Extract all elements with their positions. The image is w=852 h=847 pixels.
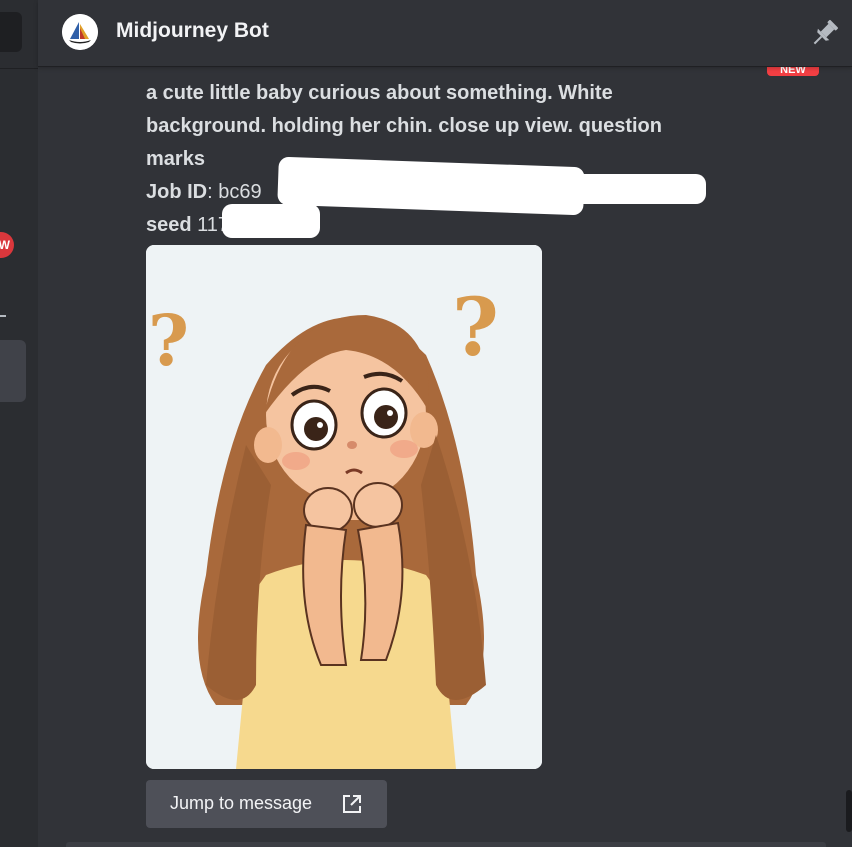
redaction-mark: [558, 174, 706, 204]
redaction-mark: [277, 156, 585, 216]
job-id-label: Job ID: [146, 181, 208, 203]
redaction-mark: [222, 204, 320, 238]
channel-sidebar: W: [0, 0, 38, 847]
prompt-line-3: marks: [146, 148, 205, 170]
bottom-edge: [66, 842, 826, 847]
prompt-line-1: a cute little baby curious about somethi…: [146, 82, 613, 104]
seed-line: seed 117: [146, 209, 229, 242]
job-id-value: : bc69: [207, 181, 262, 203]
svg-text:?: ?: [148, 299, 189, 382]
sidebar-divider: [0, 68, 38, 69]
pin-icon[interactable]: [806, 14, 844, 52]
sidebar-search-box[interactable]: [0, 12, 22, 52]
sidebar-new-badge: W: [0, 232, 14, 258]
generated-image[interactable]: ? ?: [146, 245, 542, 769]
midjourney-sailboat-icon[interactable]: [62, 14, 98, 50]
sidebar-dash: [0, 315, 6, 317]
svg-text:?: ?: [452, 280, 499, 374]
bot-name[interactable]: Midjourney Bot: [116, 19, 269, 43]
prompt-line-2: background. holding her chin. close up v…: [146, 115, 662, 137]
sidebar-item-selected[interactable]: [0, 340, 26, 402]
seed-label: seed: [146, 214, 192, 236]
message-header: Midjourney Bot: [38, 0, 852, 66]
scrollbar-thumb[interactable]: [846, 790, 852, 832]
external-link-icon: [341, 793, 363, 819]
message-panel: Midjourney Bot NEW a cute little baby cu…: [38, 0, 852, 847]
jump-to-message-label: Jump to message: [170, 793, 313, 813]
jump-to-message-button[interactable]: Jump to message: [146, 780, 387, 828]
